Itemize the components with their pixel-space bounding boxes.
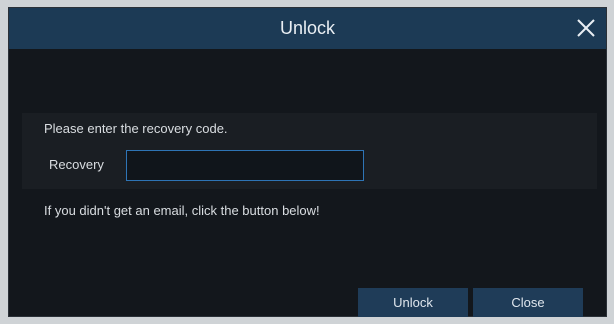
recovery-prompt: Please enter the recovery code. [44,121,228,136]
close-icon[interactable] [572,14,600,42]
unlock-button[interactable]: Unlock [358,288,468,317]
unlock-dialog: Unlock Please enter the recovery code. R… [8,7,607,317]
email-hint: If you didn't get an email, click the bu… [44,203,320,218]
close-button[interactable]: Close [473,288,583,317]
recovery-input[interactable] [126,150,364,181]
recovery-label: Recovery [49,157,104,172]
dialog-titlebar: Unlock [9,8,606,49]
dialog-title: Unlock [279,18,336,38]
